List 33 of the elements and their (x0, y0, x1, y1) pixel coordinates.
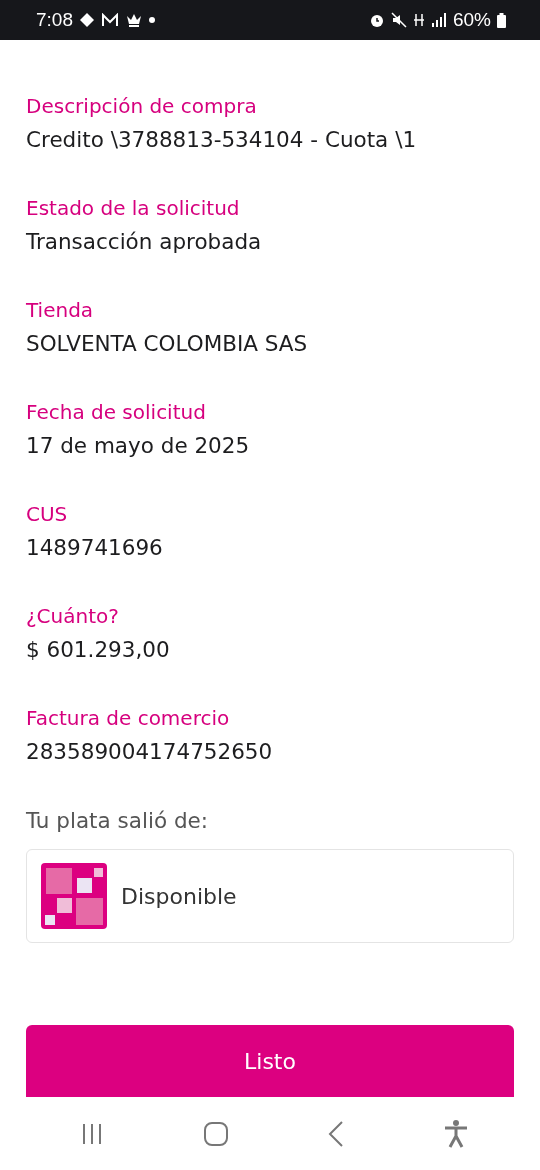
field-value: $ 601.293,00 (26, 636, 170, 664)
home-icon[interactable] (204, 1121, 228, 1146)
field-value: 17 de mayo de 2025 (26, 432, 250, 460)
field-label: Factura de comercio (26, 705, 230, 732)
account-name: Disponible (121, 883, 237, 909)
status-time: 7:08 (36, 9, 73, 31)
field-label: Tienda (26, 297, 94, 324)
battery-icon (497, 12, 506, 28)
done-button[interactable]: Listo (26, 1025, 514, 1097)
source-heading: Tu plata salió de: (26, 808, 208, 833)
recents-icon[interactable] (80, 1121, 104, 1146)
squares-icon (41, 863, 107, 929)
back-icon[interactable] (328, 1120, 344, 1147)
field-value: Credito \3788813-534104 - Cuota \1 (26, 126, 417, 154)
mute-icon (390, 12, 407, 28)
battery-percent: 60% (452, 9, 491, 31)
signal-icon (430, 13, 447, 27)
field-label: CUS (26, 501, 68, 528)
field-label: Fecha de solicitud (26, 399, 206, 426)
crown-icon (125, 12, 143, 28)
field-label: Descripción de compra (26, 93, 257, 120)
field-value: SOLVENTA COLOMBIA SAS (26, 330, 308, 358)
field-value: 283589004174752650 (26, 738, 273, 766)
field-label: Estado de la solicitud (26, 195, 240, 222)
dot-icon (149, 17, 155, 23)
alarm-icon (368, 12, 385, 28)
field-label: ¿Cuánto? (26, 603, 119, 630)
mail-icon (101, 13, 119, 27)
diamond-icon (79, 12, 95, 28)
accessibility-icon[interactable] (444, 1119, 468, 1148)
field-value: 1489741696 (26, 534, 163, 562)
account-card[interactable]: Disponible (26, 849, 514, 943)
field-value: Transacción aprobada (26, 228, 262, 256)
